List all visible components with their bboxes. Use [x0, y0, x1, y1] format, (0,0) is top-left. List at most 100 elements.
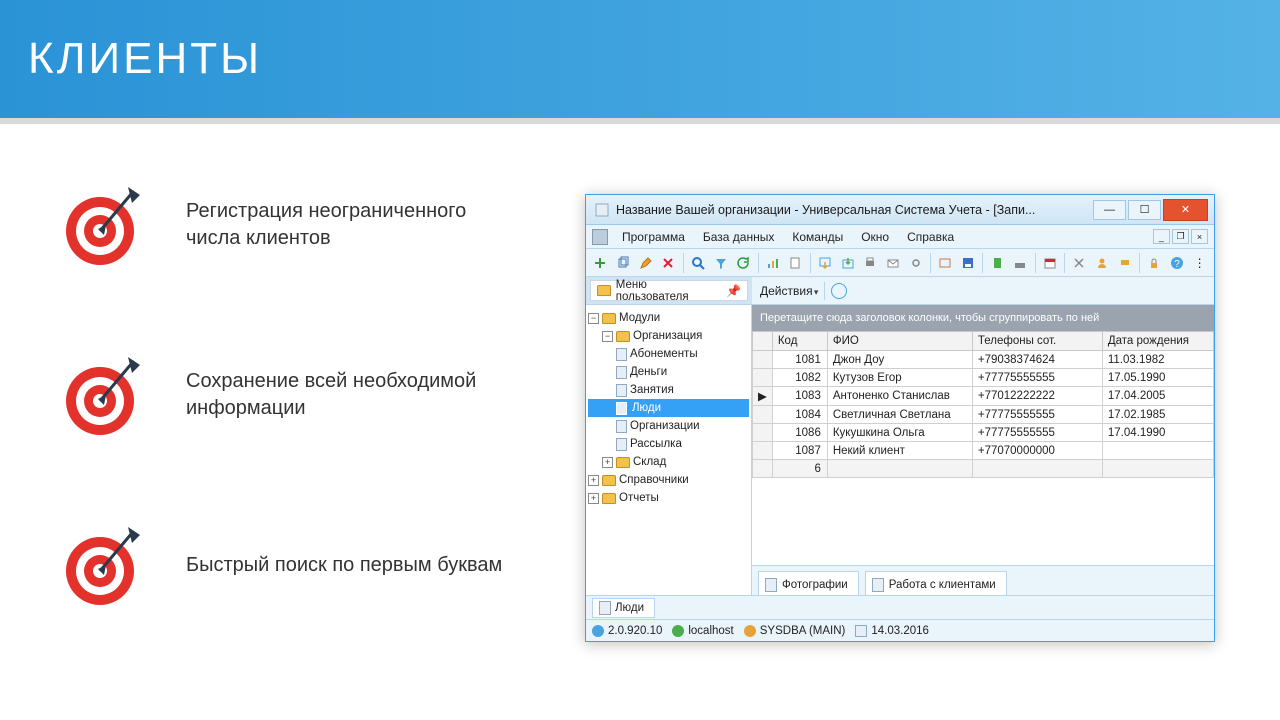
- toolbar-overflow-icon[interactable]: ⋮: [1189, 252, 1210, 274]
- import-icon[interactable]: [837, 252, 858, 274]
- bullet-text: Быстрый поиск по первым буквам: [186, 552, 502, 579]
- lock-icon[interactable]: [1144, 252, 1165, 274]
- navigation-tree[interactable]: −Модули −Организация Абонементы Деньги З…: [586, 305, 752, 595]
- search-icon[interactable]: [688, 252, 709, 274]
- clients-table[interactable]: Код ФИО Телефоны сот. Дата рождения 1081…: [752, 331, 1214, 478]
- table-row[interactable]: 1087Некий клиент+77070000000: [753, 442, 1214, 460]
- actions-button[interactable]: Действия ▾: [760, 284, 818, 298]
- document-tabs: Люди: [586, 595, 1214, 619]
- row-count: 6: [772, 460, 827, 478]
- tree-node-abon[interactable]: Абонементы: [588, 345, 749, 363]
- chart-icon[interactable]: [762, 252, 783, 274]
- bullet-text: Сохранение всей необходимой информации: [186, 368, 516, 422]
- user-menu-panel[interactable]: Меню пользователя 📌: [590, 280, 748, 301]
- clock-icon[interactable]: [831, 283, 847, 299]
- user-icon[interactable]: [1092, 252, 1113, 274]
- tree-node-people[interactable]: Люди: [588, 399, 749, 417]
- app-window: Название Вашей организации - Универсальн…: [585, 194, 1215, 642]
- folder-icon: [597, 285, 611, 296]
- tree-node-sklad[interactable]: +Склад: [588, 453, 749, 471]
- detail-tabs: Фотографии Работа с клиентами: [752, 565, 1214, 595]
- add-icon[interactable]: [590, 252, 611, 274]
- book-icon[interactable]: [987, 252, 1008, 274]
- window-titlebar[interactable]: Название Вашей организации - Универсальн…: [586, 195, 1214, 225]
- calendar-icon: [855, 625, 867, 637]
- print-icon[interactable]: [860, 252, 881, 274]
- tree-node-mailing[interactable]: Рассылка: [588, 435, 749, 453]
- col-code[interactable]: Код: [772, 332, 827, 351]
- tree-node-modules[interactable]: −Модули: [588, 309, 749, 327]
- table-row[interactable]: 1081Джон Доу+7903837462411.03.1982: [753, 351, 1214, 369]
- table-row[interactable]: 1084Светличная Светлана+7777555555517.02…: [753, 406, 1214, 424]
- export-icon[interactable]: [815, 252, 836, 274]
- document-tab-people[interactable]: Люди: [592, 598, 655, 618]
- copy-icon[interactable]: [613, 252, 634, 274]
- tree-node-organization[interactable]: −Организация: [588, 327, 749, 345]
- menubar: Программа База данных Команды Окно Справ…: [586, 225, 1214, 249]
- slide-title: КЛИЕНТЫ: [28, 34, 262, 84]
- target-icon: [60, 179, 152, 271]
- save-icon[interactable]: [958, 252, 979, 274]
- table-header-row[interactable]: Код ФИО Телефоны сот. Дата рождения: [753, 332, 1214, 351]
- tab-photos[interactable]: Фотографии: [758, 571, 859, 595]
- report-icon[interactable]: [785, 252, 806, 274]
- menu-program[interactable]: Программа: [614, 228, 693, 246]
- mail-icon[interactable]: [883, 252, 904, 274]
- slide-header: КЛИЕНТЫ: [0, 0, 1280, 118]
- tree-node-sprav[interactable]: +Справочники: [588, 471, 749, 489]
- refresh-icon[interactable]: [733, 252, 754, 274]
- bullet-item: Регистрация неограниченного числа клиент…: [60, 179, 540, 271]
- menu-window[interactable]: Окно: [853, 228, 897, 246]
- page-icon: [599, 601, 611, 615]
- tree-node-reports[interactable]: +Отчеты: [588, 489, 749, 507]
- calendar-icon[interactable]: [1039, 252, 1060, 274]
- tree-node-orgs[interactable]: Организации: [588, 417, 749, 435]
- minimize-button[interactable]: —: [1093, 200, 1126, 220]
- main-toolbar: ? ⋮: [586, 249, 1214, 277]
- globe-icon: [592, 625, 604, 637]
- status-bar: 2.0.920.10 localhost SYSDBA (MAIN) 14.03…: [586, 619, 1214, 641]
- status-host: localhost: [672, 625, 733, 637]
- mdi-restore-button[interactable]: ❐: [1172, 229, 1189, 244]
- cards-icon[interactable]: [1114, 252, 1135, 274]
- mdi-close-button[interactable]: ×: [1191, 229, 1208, 244]
- table-row[interactable]: ▶1083Антоненко Станислав+7701222222217.0…: [753, 387, 1214, 406]
- new-window-icon[interactable]: [935, 252, 956, 274]
- delete-icon[interactable]: [658, 252, 679, 274]
- app-menu-icon[interactable]: [592, 229, 608, 245]
- filter-icon[interactable]: [710, 252, 731, 274]
- maximize-button[interactable]: ☐: [1128, 200, 1161, 220]
- actions-bar: Действия ▾: [752, 277, 1214, 304]
- status-date: 14.03.2016: [855, 625, 929, 637]
- help-icon[interactable]: ?: [1167, 252, 1188, 274]
- tab-client-work[interactable]: Работа с клиентами: [865, 571, 1007, 595]
- col-dob[interactable]: Дата рождения: [1102, 332, 1213, 351]
- svg-text:?: ?: [1174, 259, 1180, 270]
- pin-icon[interactable]: 📌: [726, 284, 741, 298]
- document-tab-label: Люди: [615, 602, 644, 614]
- mdi-minimize-button[interactable]: _: [1153, 229, 1170, 244]
- page-icon: [765, 578, 777, 592]
- secondary-bar: Меню пользователя 📌 Действия ▾: [586, 277, 1214, 305]
- tree-node-sessions[interactable]: Занятия: [588, 381, 749, 399]
- col-name[interactable]: ФИО: [827, 332, 972, 351]
- close-button[interactable]: ✕: [1163, 199, 1208, 221]
- table-row[interactable]: 1082Кутузов Егор+7777555555517.05.1990: [753, 369, 1214, 387]
- user-menu-label: Меню пользователя: [616, 279, 721, 303]
- settings-icon[interactable]: [905, 252, 926, 274]
- menu-help[interactable]: Справка: [899, 228, 962, 246]
- menu-commands[interactable]: Команды: [784, 228, 851, 246]
- bullet-text: Регистрация неограниченного числа клиент…: [186, 198, 516, 252]
- status-version: 2.0.920.10: [592, 625, 662, 637]
- tools-icon[interactable]: [1069, 252, 1090, 274]
- menu-database[interactable]: База данных: [695, 228, 782, 246]
- window-title: Название Вашей организации - Универсальн…: [616, 203, 1091, 217]
- cashier-icon[interactable]: [1010, 252, 1031, 274]
- tree-node-money[interactable]: Деньги: [588, 363, 749, 381]
- tab-label: Фотографии: [782, 579, 848, 591]
- table-row[interactable]: 1086Кукушкина Ольга+7777555555517.04.199…: [753, 424, 1214, 442]
- group-by-bar[interactable]: Перетащите сюда заголовок колонки, чтобы…: [752, 305, 1214, 331]
- edit-icon[interactable]: [635, 252, 656, 274]
- page-icon: [872, 578, 884, 592]
- col-phone[interactable]: Телефоны сот.: [972, 332, 1102, 351]
